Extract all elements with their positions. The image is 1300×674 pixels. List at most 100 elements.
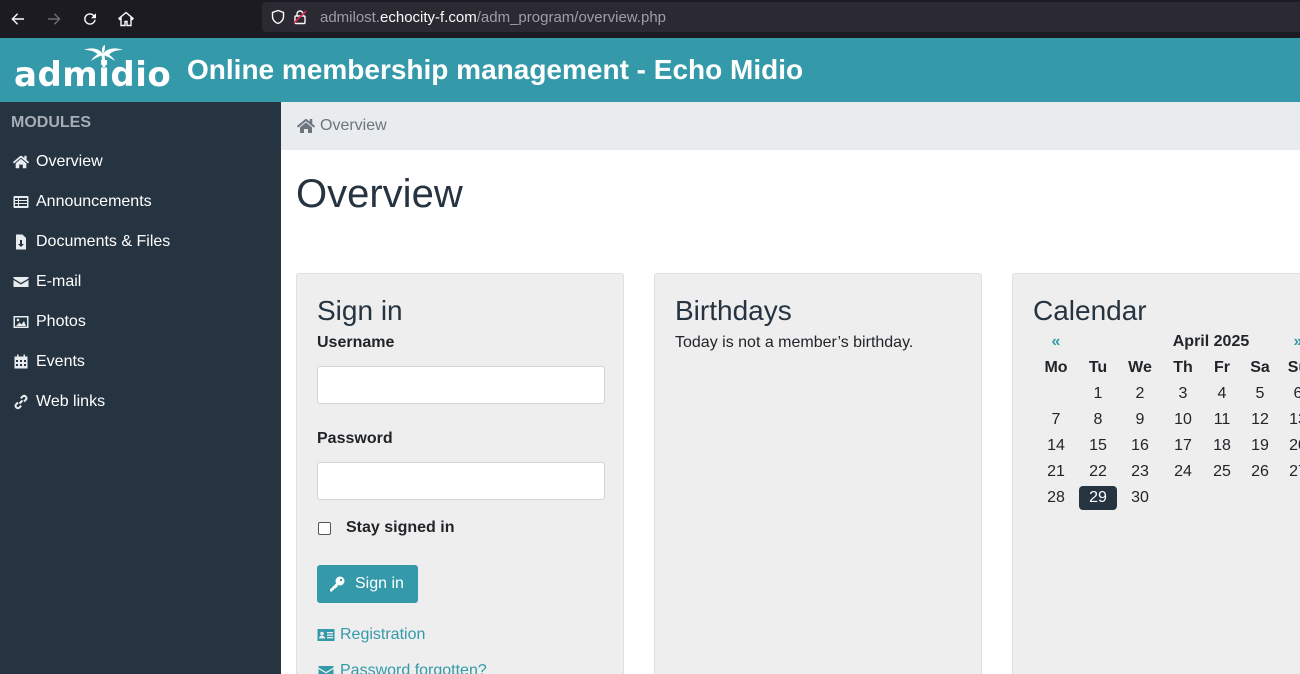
sidebar-item-weblinks[interactable]: Web links [0,382,281,422]
username-field[interactable] [317,366,605,404]
address-bar[interactable]: admilost.echocity-f.com/adm_program/over… [262,2,1300,32]
calendar-next-month[interactable]: » [1279,330,1300,354]
sidebar-item-announcements[interactable]: Announcements [0,182,281,222]
calendar-day[interactable]: 14 [1037,434,1075,458]
password-forgotten-link[interactable]: Password forgotten? [317,662,603,674]
sidebar-heading: MODULES [11,114,91,131]
calendar-day[interactable]: 2 [1121,382,1159,406]
calendar-day[interactable]: 5 [1241,382,1279,406]
link-icon [12,394,30,410]
calendar-day[interactable]: 3 [1164,382,1202,406]
back-icon[interactable] [0,0,36,38]
envelope-icon [317,663,335,674]
birthdays-title: Birthdays [675,295,792,326]
signin-title: Sign in [317,295,403,326]
calendar-day[interactable]: 25 [1203,460,1241,484]
sidebar-item-label: Web links [36,393,106,410]
calendar-month-label: April 2025 [1172,333,1250,350]
calendar-day[interactable]: 13 [1279,408,1300,432]
sidebar-item-label: Overview [36,153,103,170]
calendar-day[interactable]: 16 [1121,434,1159,458]
sidebar-item-documents[interactable]: Documents & Files [0,222,281,262]
calendar-day[interactable]: 17 [1164,434,1202,458]
calendar-day[interactable]: 11 [1203,408,1241,432]
calendar-weekday: Sa [1250,359,1270,376]
browser-toolbar: admilost.echocity-f.com/adm_program/over… [0,0,1300,38]
calendar-day[interactable]: 18 [1203,434,1241,458]
signin-card: Sign in Username Password Stay signed in… [296,273,624,674]
sidebar-item-overview[interactable]: Overview [0,142,281,182]
calendar-weekday: We [1128,359,1152,376]
calendar-day[interactable]: 7 [1037,408,1075,432]
image-icon [12,314,30,330]
birthdays-card: Birthdays Today is not a member’s birthd… [654,273,982,674]
calendar-day[interactable]: 4 [1203,382,1241,406]
calendar-day[interactable]: 22 [1079,460,1117,484]
calendar-weekday: Fr [1214,359,1230,376]
calendar-prev-month[interactable]: « [1037,330,1075,354]
calendar-day[interactable]: 8 [1079,408,1117,432]
stay-signed-in-label[interactable]: Stay signed in [346,519,454,537]
calendar-grid: «April 2025»MoTuWeThFrSaSu12345678910111… [1033,332,1300,512]
admidio-logo[interactable]: admidio [14,45,171,95]
birthdays-text: Today is not a member’s birthday. [675,334,914,351]
main-content: Overview Overview Sign in Username Passw… [281,102,1300,674]
calendar-weekday: Mo [1044,359,1068,376]
calendar-day[interactable]: 30 [1121,486,1159,510]
sidebar-item-label: E-mail [36,273,82,290]
sidebar-item-label: Documents & Files [36,233,171,250]
calendar-weekday: Tu [1088,359,1108,376]
stay-signed-in-checkbox[interactable] [318,521,331,535]
url-text: admilost.echocity-f.com/adm_program/over… [320,8,666,26]
home-icon [12,154,30,170]
breadcrumb-item-overview[interactable]: Overview [320,117,387,135]
sidebar: MODULES Overview Announcements Documents… [0,102,281,674]
calendar-day[interactable]: 26 [1241,460,1279,484]
address-card-icon [317,627,335,643]
sidebar-item-label: Photos [36,313,86,330]
registration-link-label: Registration [340,626,426,643]
stay-signed-in-row[interactable]: Stay signed in [317,519,603,537]
calendar-day[interactable]: 1 [1079,382,1117,406]
reload-icon[interactable] [72,0,108,38]
newspaper-icon [12,194,30,210]
home-icon [297,118,315,134]
calendar-weekday: Th [1173,359,1193,376]
calendar-day[interactable]: 24 [1164,460,1202,484]
file-download-icon [12,234,30,250]
calendar-icon [12,354,30,370]
sidebar-item-email[interactable]: E-mail [0,262,281,302]
page-title: Overview [296,172,463,216]
calendar-title: Calendar [1033,295,1147,326]
calendar-day[interactable]: 27 [1279,460,1300,484]
home-icon[interactable] [108,0,144,38]
calendar-day[interactable]: 23 [1121,460,1159,484]
calendar-day[interactable]: 6 [1279,382,1300,406]
password-forgotten-link-label: Password forgotten? [340,662,487,674]
calendar-day[interactable]: 9 [1121,408,1159,432]
signin-button[interactable]: Sign in [317,565,418,603]
insecure-lock-icon[interactable] [292,9,308,25]
sidebar-item-label: Announcements [36,193,152,210]
calendar-card: Calendar «April 2025»MoTuWeThFrSaSu12345… [1012,273,1300,674]
forward-icon[interactable] [36,0,72,38]
calendar-day[interactable]: 12 [1241,408,1279,432]
calendar-day[interactable]: 15 [1079,434,1117,458]
calendar-day[interactable]: 21 [1037,460,1075,484]
calendar-day-today[interactable]: 29 [1079,486,1117,510]
signin-button-label: Sign in [355,575,404,592]
envelope-icon [12,274,30,290]
calendar-day[interactable]: 28 [1037,486,1075,510]
username-label: Username [317,334,395,351]
calendar-day[interactable]: 10 [1164,408,1202,432]
registration-link[interactable]: Registration [317,626,603,644]
calendar-day[interactable]: 20 [1279,434,1300,458]
sidebar-item-events[interactable]: Events [0,342,281,382]
calendar-day[interactable]: 19 [1241,434,1279,458]
password-label: Password [317,430,393,447]
breadcrumb: Overview [281,102,1300,150]
sidebar-item-photos[interactable]: Photos [0,302,281,342]
password-field[interactable] [317,462,605,500]
shield-icon[interactable] [270,9,286,25]
key-icon [329,576,345,592]
